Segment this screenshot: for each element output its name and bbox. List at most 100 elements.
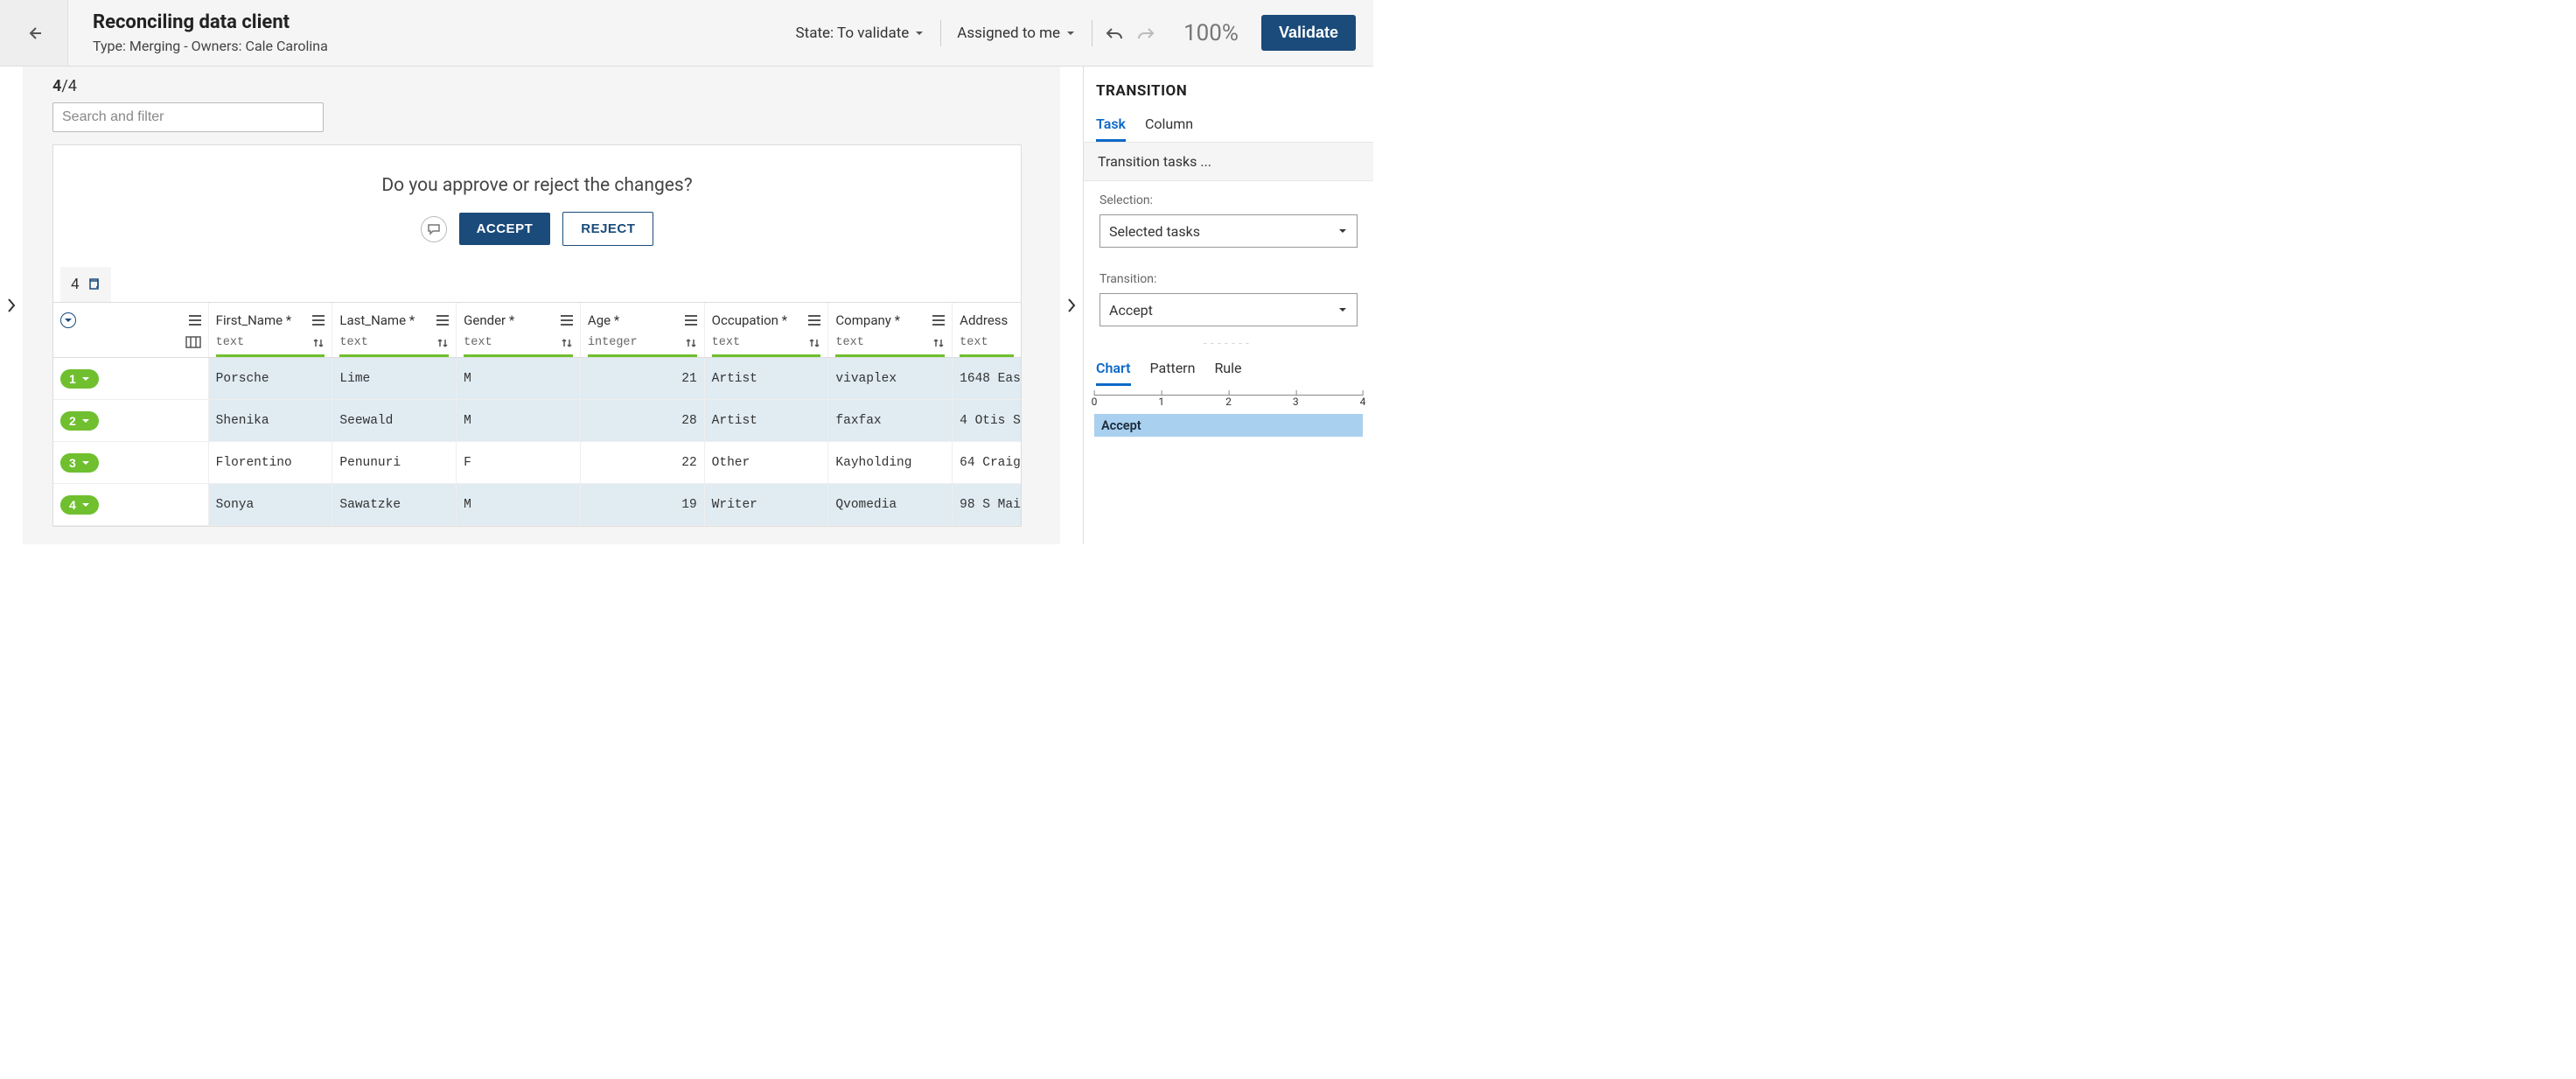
row-number-header — [53, 303, 209, 357]
right-expand-rail[interactable] — [1060, 67, 1083, 544]
row-pill[interactable]: 2 — [60, 411, 99, 431]
table-row[interactable]: 2 Shenika Seewald M 28 Artist faxfax 4 O… — [53, 400, 1021, 442]
chevron-down-icon — [64, 316, 73, 325]
col-gender[interactable]: Gender * text — [457, 303, 581, 357]
transition-section: Transition: Accept — [1084, 260, 1373, 339]
col-age[interactable]: Age * integer — [581, 303, 705, 357]
chevron-down-icon — [81, 459, 90, 467]
column-menu-icon[interactable] — [312, 315, 325, 326]
chart-bar-accept[interactable]: Accept — [1094, 414, 1363, 437]
transition-header: TRANSITION — [1084, 67, 1373, 105]
top-bar: Reconciling data client Type: Merging - … — [0, 0, 1373, 67]
col-address[interactable]: Address text — [953, 303, 1021, 357]
tab-task[interactable]: Task — [1096, 109, 1126, 142]
tab-rule[interactable]: Rule — [1214, 353, 1241, 386]
viz-tabs: Chart Pattern Rule — [1084, 349, 1373, 386]
row-pill[interactable]: 3 — [60, 453, 99, 473]
transition-panel: TRANSITION Task Column Transition tasks … — [1083, 67, 1373, 544]
table-row[interactable]: 4 Sonya Sawatzke M 19 Writer Qvomedia 98… — [53, 484, 1021, 526]
row-pill[interactable]: 1 — [60, 369, 99, 389]
state-label: State: To validate — [796, 25, 910, 42]
title-block: Reconciling data client Type: Merging - … — [68, 0, 780, 66]
selection-dropdown[interactable]: Selected tasks — [1100, 214, 1358, 248]
center-pane: 4/4 Do you approve or reject the changes… — [23, 67, 1060, 544]
top-right-controls: State: To validate Assigned to me 100% V… — [780, 0, 1373, 66]
table-row[interactable]: 1 Porsche Lime M 21 Artist vivaplex 1648… — [53, 358, 1021, 400]
main-area: 4/4 Do you approve or reject the changes… — [0, 67, 1373, 544]
comment-icon — [427, 222, 441, 236]
page-subtitle: Type: Merging - Owners: Cale Carolina — [93, 38, 780, 54]
search-input[interactable] — [52, 102, 324, 132]
prompt-text: Do you approve or reject the changes? — [53, 175, 1021, 196]
assigned-label: Assigned to me — [957, 25, 1060, 42]
sort-icon[interactable] — [932, 337, 945, 349]
record-counter: 4/4 — [52, 67, 1060, 102]
chevron-down-icon — [914, 28, 925, 39]
column-menu-icon[interactable] — [189, 315, 201, 326]
selection-label: Selection: — [1100, 193, 1358, 207]
search-wrap — [52, 102, 1060, 144]
panel-resize-handle[interactable]: ╴╴╴╴╴╴╴ — [1084, 339, 1373, 349]
table-body: 1 Porsche Lime M 21 Artist vivaplex 1648… — [53, 358, 1021, 526]
table-row[interactable]: 3 Florentino Penunuri F 22 Other Kayhold… — [53, 442, 1021, 484]
tab-column[interactable]: Column — [1145, 109, 1193, 142]
chevron-down-icon — [81, 417, 90, 425]
chevron-down-icon — [1337, 305, 1348, 315]
chart-area: 0 1 2 3 4 Accept — [1084, 386, 1373, 437]
validate-button[interactable]: Validate — [1261, 15, 1356, 51]
page-title: Reconciling data client — [93, 11, 780, 34]
table-header: First_Name * text Last_Name * text Gende… — [53, 303, 1021, 358]
annotate-button[interactable] — [421, 216, 447, 242]
sort-icon[interactable] — [436, 337, 449, 349]
sort-icon[interactable] — [561, 337, 573, 349]
transition-label: Transition: — [1100, 272, 1358, 286]
column-menu-icon[interactable] — [932, 315, 945, 326]
col-occupation[interactable]: Occupation * text — [705, 303, 829, 357]
col-company[interactable]: Company * text — [828, 303, 953, 357]
chevron-down-icon — [1337, 226, 1348, 236]
count-tab-wrap: 4 — [53, 267, 1021, 302]
chevron-down-icon — [81, 501, 90, 509]
counter-total: /4 — [61, 77, 77, 95]
arrow-left-icon — [24, 23, 45, 44]
column-menu-icon[interactable] — [685, 315, 697, 326]
column-picker-icon[interactable] — [185, 336, 201, 348]
undo-redo-group — [1093, 25, 1168, 41]
chevron-down-icon — [81, 375, 90, 383]
left-expand-rail[interactable] — [0, 67, 23, 544]
chevron-right-icon — [6, 297, 17, 314]
column-menu-icon[interactable] — [561, 315, 573, 326]
tab-chart[interactable]: Chart — [1096, 353, 1131, 386]
undo-icon[interactable] — [1105, 25, 1124, 41]
column-menu-icon[interactable] — [436, 315, 449, 326]
zoom-level[interactable]: 100% — [1168, 0, 1254, 67]
row-count-tab[interactable]: 4 — [60, 267, 111, 302]
transition-tabs: Task Column — [1084, 105, 1373, 143]
changes-card: Do you approve or reject the changes? AC… — [52, 144, 1022, 527]
state-dropdown[interactable]: State: To validate — [780, 0, 941, 67]
data-table: First_Name * text Last_Name * text Gende… — [53, 302, 1021, 526]
sort-icon[interactable] — [685, 337, 697, 349]
row-count-value: 4 — [71, 276, 80, 293]
transition-dropdown[interactable]: Accept — [1100, 293, 1358, 326]
copy-icon — [87, 277, 101, 291]
chart-x-axis: 0 1 2 3 4 — [1094, 395, 1363, 414]
back-button[interactable] — [0, 0, 68, 66]
selection-section: Selection: Selected tasks — [1084, 181, 1373, 260]
reject-button[interactable]: REJECT — [562, 212, 653, 246]
tab-pattern[interactable]: Pattern — [1150, 353, 1196, 386]
prompt-block: Do you approve or reject the changes? AC… — [53, 145, 1021, 267]
redo-icon[interactable] — [1136, 25, 1155, 41]
column-menu-icon[interactable] — [808, 315, 820, 326]
chevron-down-icon — [1065, 28, 1076, 39]
sort-icon[interactable] — [312, 337, 325, 349]
col-last-name[interactable]: Last_Name * text — [332, 303, 457, 357]
prompt-actions: ACCEPT REJECT — [53, 212, 1021, 246]
chevron-right-icon — [1066, 297, 1077, 314]
expand-all-toggle[interactable] — [60, 312, 76, 328]
row-pill[interactable]: 4 — [60, 495, 99, 515]
assigned-dropdown[interactable]: Assigned to me — [941, 0, 1092, 67]
accept-button[interactable]: ACCEPT — [459, 213, 551, 245]
col-first-name[interactable]: First_Name * text — [209, 303, 333, 357]
sort-icon[interactable] — [808, 337, 820, 349]
